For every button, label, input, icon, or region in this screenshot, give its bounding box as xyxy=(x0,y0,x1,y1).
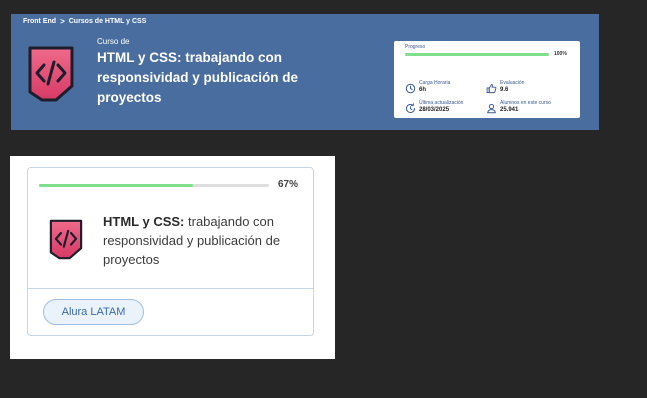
card-title-bold: HTML y CSS: xyxy=(103,214,185,229)
stat-last-update: Última actualización 28/03/2025 xyxy=(405,100,463,114)
progress-bar-fill xyxy=(405,53,549,56)
progress-percent: 100% xyxy=(554,51,567,57)
code-brackets-icon xyxy=(48,219,84,260)
progress-label: Progreso xyxy=(405,44,426,50)
breadcrumb-item-html-css[interactable]: Cursos de HTML y CSS xyxy=(69,18,147,25)
user-icon xyxy=(486,103,497,114)
thumbs-up-icon xyxy=(486,83,497,94)
stat-value: 9.6 xyxy=(500,87,509,93)
course-card[interactable]: 67% HTML y CSS: trabajando con responsiv… xyxy=(27,167,314,336)
refresh-clock-icon xyxy=(405,103,416,114)
course-banner: Front End > Cursos de HTML y CSS Curso d… xyxy=(11,14,599,130)
breadcrumb-separator: > xyxy=(60,17,65,26)
code-brackets-icon xyxy=(26,46,76,102)
course-card-panel: 67% HTML y CSS: trabajando con responsiv… xyxy=(10,156,335,359)
course-stats-card: Progreso 100% Carga Horaria 6h Evaluació… xyxy=(394,41,580,118)
breadcrumb-item-front-end[interactable]: Front End xyxy=(23,18,56,25)
clock-icon xyxy=(405,83,416,94)
stat-workload: Carga Horaria 6h xyxy=(405,80,450,94)
card-progress-percent: 67% xyxy=(278,179,299,190)
stat-value: 6h xyxy=(419,87,427,93)
course-title: HTML y CSS: trabajando con responsividad… xyxy=(97,50,299,105)
alura-latam-tag-button[interactable]: Alura LATAM xyxy=(43,299,144,325)
breadcrumb: Front End > Cursos de HTML y CSS xyxy=(23,17,146,26)
stat-value: 25.941 xyxy=(500,107,519,113)
progress-bar xyxy=(405,53,549,56)
card-divider xyxy=(28,288,313,289)
stat-rating: Evaluación 9.6 xyxy=(486,80,524,94)
course-pretitle: Curso de xyxy=(97,37,130,46)
card-progress-bar-fill xyxy=(39,184,194,187)
stat-value: 28/03/2025 xyxy=(419,107,450,113)
stat-students: Alumnos en este curso 25.941 xyxy=(486,100,551,114)
card-course-title[interactable]: HTML y CSS: trabajando con responsividad… xyxy=(103,212,303,269)
card-progress-bar xyxy=(39,184,269,187)
